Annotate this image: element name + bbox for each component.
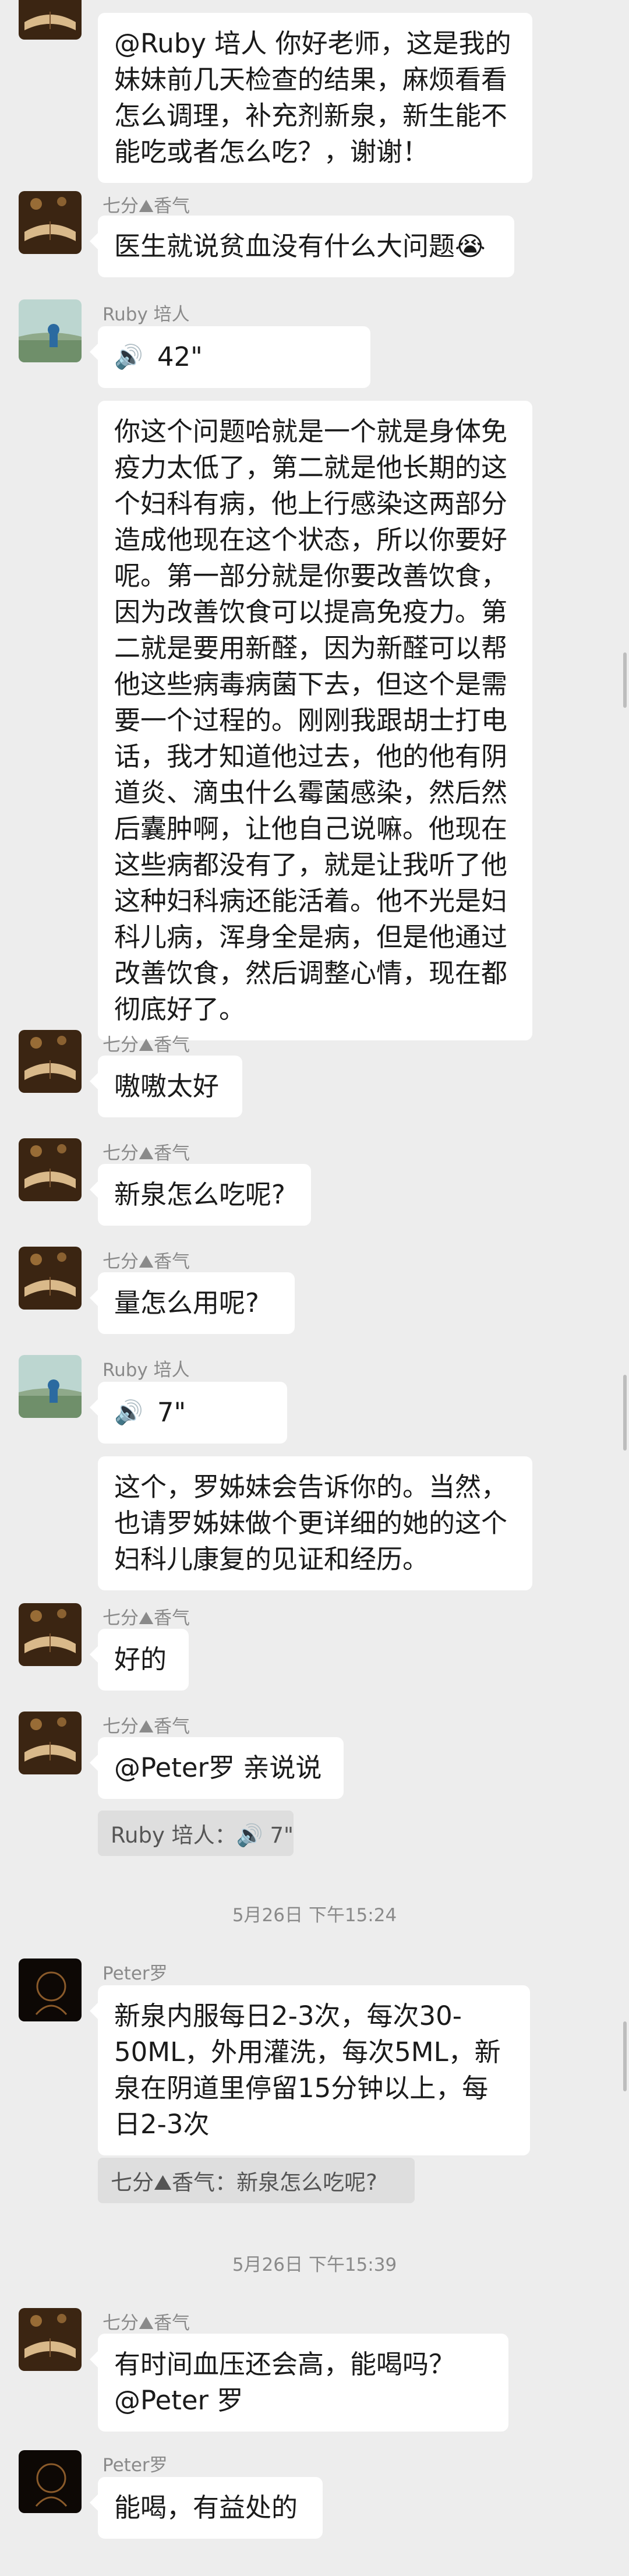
avatar-qifen[interactable] (19, 1712, 82, 1774)
message-bubble[interactable]: 有时间血压还会高，能喝吗？@Peter 罗 (90, 2334, 508, 2432)
message-text: 新泉内服每日2-3次，每次30-50ML，外用灌洗，每次5ML，新泉在阴道里停留… (114, 2000, 501, 2140)
voice-message[interactable]: 🔊 7" (90, 1382, 287, 1444)
avatar-qifen[interactable] (19, 1247, 82, 1310)
message-text: 这个，罗姊妹会告诉你的。当然，也请罗姊妹做个更详细的她的这个妇科儿康复的见证和经… (114, 1472, 508, 1575)
quote-text: 七分⛰香气：新泉怎么吃呢? (111, 2170, 377, 2195)
message-bubble[interactable]: 医生就说贫血没有什么大问题😭 (90, 216, 514, 277)
message-text: 嗷嗷太好 (114, 1071, 220, 1102)
message-text: 你这个问题哈就是一个就是身体免疫力太低了，第二就是他长期的这个妇科有病，他上行感… (114, 416, 508, 1025)
voice-icon: 🔊 (114, 1399, 143, 1426)
sender-name: 七分⛰香气 (103, 2313, 190, 2334)
sender-name: Peter罗 (103, 1963, 168, 1984)
message-bubble[interactable]: 新泉内服每日2-3次，每次30-50ML，外用灌洗，每次5ML，新泉在阴道里停留… (90, 1985, 530, 2155)
voice-duration: 7" (157, 1397, 186, 1428)
message-bubble[interactable]: 量怎么用呢? (90, 1272, 295, 1334)
message-bubble[interactable]: @Ruby 培人 你好老师，这是我的妹妹前几天检查的结果，麻烦看看怎么调理，补充… (98, 13, 532, 183)
sender-name: 七分⛰香气 (103, 1251, 190, 1272)
avatar-qifen[interactable] (19, 191, 82, 254)
message-text: @Peter罗 亲说说 (114, 1752, 322, 1783)
sender-name: 七分⛰香气 (103, 196, 190, 217)
avatar-qifen[interactable] (19, 1603, 82, 1666)
message-text: 好的 (114, 1644, 167, 1675)
message-text: @Ruby 培人 你好老师，这是我的妹妹前几天检查的结果，麻烦看看怎么调理，补充… (114, 28, 511, 167)
message-bubble[interactable]: 嗷嗷太好 (90, 1056, 242, 1117)
voice-duration: 42" (157, 341, 203, 372)
voice-icon: 🔊 (114, 344, 143, 370)
message-bubble[interactable]: 能喝，有益处的 (90, 2477, 323, 2539)
message-bubble[interactable]: @Peter罗 亲说说 (90, 1737, 344, 1799)
scrollbar[interactable] (623, 652, 627, 708)
voice-message[interactable]: 🔊 42" (90, 326, 370, 388)
avatar-qifen[interactable] (19, 2308, 82, 2371)
message-bubble[interactable]: 新泉怎么吃呢? (90, 1164, 311, 1226)
avatar-ruby[interactable] (19, 1355, 82, 1418)
avatar-qifen[interactable] (19, 1030, 82, 1093)
scrollbar[interactable] (623, 2021, 627, 2091)
message-text: 有时间血压还会高，能喝吗？@Peter 罗 (114, 2349, 455, 2416)
avatar-peter[interactable] (19, 1959, 82, 2021)
sender-name: 七分⛰香气 (103, 1035, 190, 1056)
avatar-peter[interactable] (19, 2450, 82, 2513)
quoted-reply[interactable]: Ruby 培人：🔊 7" (98, 1811, 294, 1856)
avatar-qifen[interactable] (19, 0, 82, 40)
message-bubble[interactable]: 好的 (90, 1629, 189, 1691)
message-text: 新泉怎么吃呢? (114, 1179, 285, 1210)
message-bubble[interactable]: 这个，罗姊妹会告诉你的。当然，也请罗姊妹做个更详细的她的这个妇科儿康复的见证和经… (98, 1456, 532, 1590)
quoted-reply[interactable]: 七分⛰香气：新泉怎么吃呢? (98, 2158, 415, 2203)
quote-text: Ruby 培人：🔊 7" (111, 1823, 294, 1848)
message-bubble[interactable]: 你这个问题哈就是一个就是身体免疫力太低了，第二就是他长期的这个妇科有病，他上行感… (98, 401, 532, 1040)
timestamp: 5月26日 下午15:39 (232, 2254, 397, 2275)
sender-name: Peter罗 (103, 2455, 168, 2476)
sender-name: 七分⛰香气 (103, 1608, 190, 1629)
avatar-ruby[interactable] (19, 299, 82, 362)
sender-name: Ruby 培人 (103, 1360, 190, 1381)
scrollbar[interactable] (623, 1375, 627, 1451)
avatar-qifen[interactable] (19, 1138, 82, 1201)
sender-name: Ruby 培人 (103, 304, 190, 325)
message-text: 医生就说贫血没有什么大问题😭 (114, 231, 486, 262)
message-text: 量怎么用呢? (114, 1287, 259, 1318)
message-text: 能喝，有益处的 (114, 2492, 298, 2523)
sender-name: 七分⛰香气 (103, 1143, 190, 1164)
timestamp: 5月26日 下午15:24 (232, 1905, 397, 1926)
sender-name: 七分⛰香气 (103, 1716, 190, 1737)
